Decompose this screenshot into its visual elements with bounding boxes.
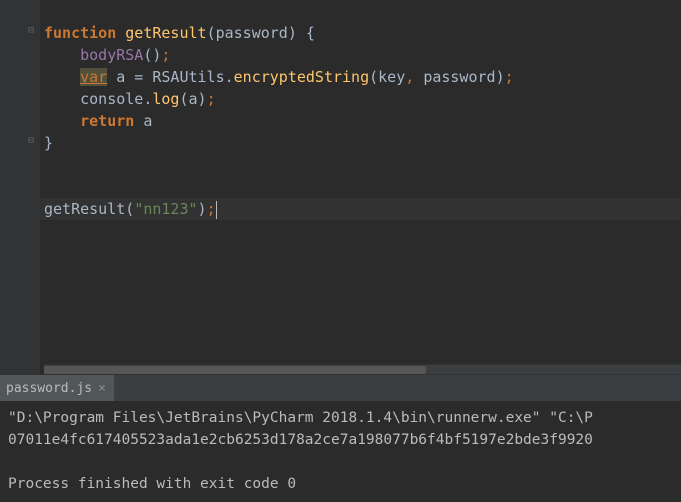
- gutter: ⊟ ⊟: [0, 0, 40, 374]
- horizontal-scrollbar[interactable]: [44, 364, 681, 374]
- code-line-blank-2[interactable]: [40, 176, 681, 198]
- scrollbar-thumb[interactable]: [44, 366, 426, 374]
- caret: [216, 201, 217, 219]
- close-icon[interactable]: ×: [98, 381, 106, 396]
- code-line-2[interactable]: bodyRSA();: [40, 44, 681, 66]
- code-line-6[interactable]: }: [40, 132, 681, 154]
- code-editor[interactable]: function getResult(password) { bodyRSA()…: [40, 0, 681, 374]
- console-tab-password[interactable]: password.js ×: [0, 375, 114, 401]
- output-line-2: 07011e4fc617405523ada1e2cb6253d178a2ce7a…: [8, 432, 593, 448]
- console-output[interactable]: "D:\Program Files\JetBrains\PyCharm 2018…: [0, 401, 681, 502]
- code-line-blank-1[interactable]: [40, 154, 681, 176]
- console-tab-label: password.js: [6, 381, 92, 396]
- code-line-5[interactable]: return a: [40, 110, 681, 132]
- code-line-1[interactable]: function getResult(password) {: [40, 22, 681, 44]
- code-line-3[interactable]: var a = RSAUtils.encryptedString(key, pa…: [40, 66, 681, 88]
- console-tabs: password.js ×: [0, 375, 681, 401]
- output-line-4: Process finished with exit code 0: [8, 476, 296, 492]
- console-panel: password.js × "D:\Program Files\JetBrain…: [0, 374, 681, 502]
- expand-icon[interactable]: ⊟: [28, 135, 34, 146]
- code-line-4[interactable]: console.log(a);: [40, 88, 681, 110]
- output-line-1: "D:\Program Files\JetBrains\PyCharm 2018…: [8, 410, 593, 426]
- collapse-icon[interactable]: ⊟: [28, 25, 34, 36]
- code-line-7[interactable]: getResult("nn123");: [40, 198, 681, 220]
- editor-region: ⊟ ⊟ function getResult(password) { bodyR…: [0, 0, 681, 374]
